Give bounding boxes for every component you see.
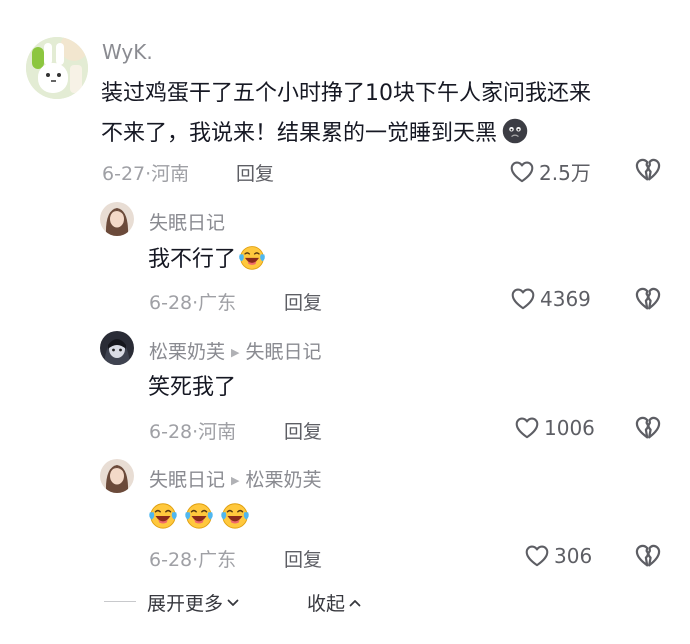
laugh-cry-emoji-icon <box>238 243 266 271</box>
like-button[interactable]: 1006 <box>514 415 595 441</box>
girl-avatar-icon <box>100 459 134 493</box>
heart-icon <box>509 159 535 185</box>
collapse-button[interactable]: 收起 <box>307 589 362 616</box>
reply-arrow-icon: ▶ <box>231 346 240 359</box>
divider <box>104 601 136 602</box>
comment-username[interactable]: WyK. <box>102 40 153 64</box>
sad-face-emoji-icon <box>501 117 529 145</box>
reply-button[interactable]: 回复 <box>284 288 322 315</box>
like-count: 4369 <box>540 287 591 311</box>
reply-emoji-row <box>148 500 250 530</box>
reply-to-username[interactable]: 失眠日记 <box>245 341 321 363</box>
reply-button[interactable]: 回复 <box>284 417 322 444</box>
broken-heart-icon <box>634 156 662 184</box>
bunny-avatar-icon <box>26 37 88 99</box>
reply-text-content: 我不行了 <box>148 247 237 272</box>
avatar[interactable] <box>100 331 134 365</box>
laugh-cry-emoji-icon <box>220 500 250 530</box>
reply-date-location: 6-28·广东 <box>149 549 237 571</box>
chevron-down-icon <box>227 599 239 606</box>
reply-username[interactable]: 松栗奶芙 <box>149 341 225 363</box>
broken-heart-icon <box>634 285 662 313</box>
reply-arrow-icon: ▶ <box>231 474 240 487</box>
heart-icon <box>524 543 550 569</box>
reply-username[interactable]: 失眠日记 <box>149 469 225 491</box>
girl-avatar-icon <box>100 202 134 236</box>
reply-username[interactable]: 失眠日记 <box>149 208 225 235</box>
avatar[interactable] <box>26 37 88 99</box>
reply-username-line: 失眠日记 ▶ 松栗奶芙 <box>149 465 322 492</box>
broken-heart-icon <box>634 542 662 570</box>
avatar[interactable] <box>100 202 134 236</box>
dislike-button[interactable] <box>634 156 662 188</box>
expand-more-button[interactable]: 展开更多 <box>147 589 240 616</box>
dark-avatar-icon <box>100 331 134 365</box>
reply-date-location: 6-28·河南 <box>149 421 237 443</box>
heart-icon <box>510 286 536 312</box>
like-button[interactable]: 306 <box>524 543 592 569</box>
reply-button[interactable]: 回复 <box>284 545 322 572</box>
like-button[interactable]: 2.5万 <box>509 157 591 186</box>
comment-date-location: 6-27·河南 <box>102 163 190 185</box>
reply-to-username[interactable]: 松栗奶芙 <box>245 469 321 491</box>
avatar[interactable] <box>100 459 134 493</box>
like-count: 2.5万 <box>539 161 591 185</box>
comment-text-line1: 装过鸡蛋干了五个小时挣了10块下午人家问我还来 <box>101 81 591 106</box>
laugh-cry-emoji-icon <box>184 500 214 530</box>
reply-date-location: 6-28·广东 <box>149 292 237 314</box>
dislike-button[interactable] <box>634 542 662 574</box>
like-button[interactable]: 4369 <box>510 286 591 312</box>
reply-username-line: 松栗奶芙 ▶ 失眠日记 <box>149 337 322 364</box>
collapse-label: 收起 <box>307 593 346 615</box>
reply-button[interactable]: 回复 <box>236 159 274 186</box>
comment-text-line2-text: 不来了，我说来！结果累的一觉睡到天黑 <box>101 121 498 146</box>
laugh-cry-emoji-icon <box>148 500 178 530</box>
like-count: 306 <box>554 544 593 568</box>
chevron-up-icon <box>349 599 361 606</box>
dislike-button[interactable] <box>634 285 662 317</box>
dislike-button[interactable] <box>634 414 662 446</box>
comment-text-line2: 不来了，我说来！结果累的一觉睡到天黑 <box>101 114 529 154</box>
heart-icon <box>514 415 540 441</box>
expand-more-label: 展开更多 <box>147 593 224 615</box>
broken-heart-icon <box>634 414 662 442</box>
reply-text: 我不行了 <box>148 240 266 280</box>
reply-text: 笑死我了 <box>148 375 237 400</box>
like-count: 1006 <box>544 416 595 440</box>
